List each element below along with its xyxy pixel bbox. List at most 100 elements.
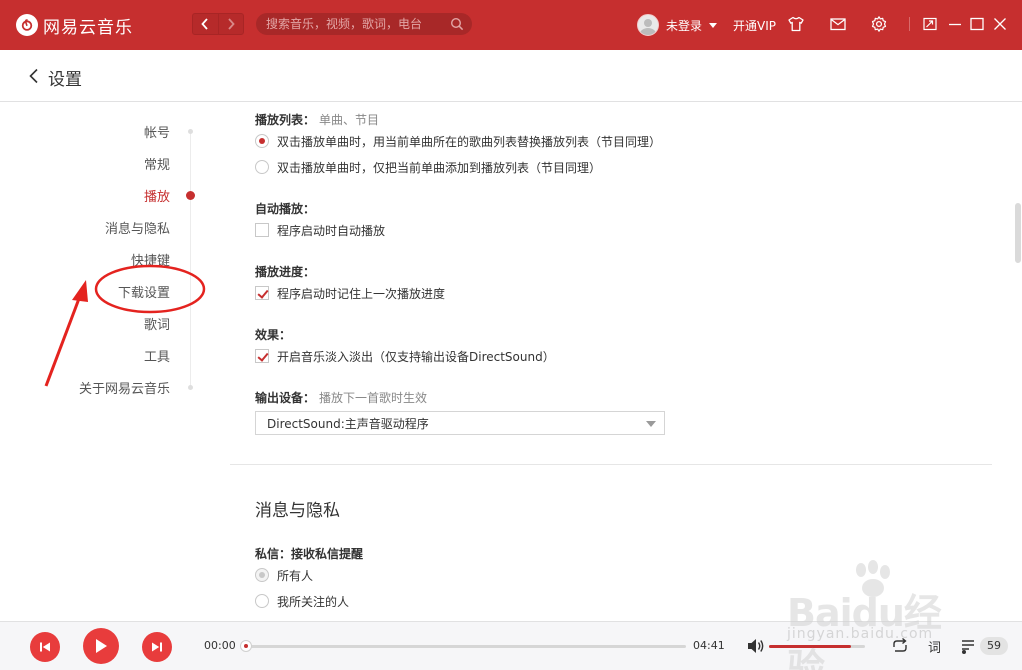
playlist-count-badge[interactable]: 59 <box>980 637 1008 655</box>
playlist-hint: 单曲、节目 <box>319 113 380 127</box>
option-label: 双击播放单曲时，仅把当前单曲添加到播放列表（节目同理） <box>277 160 602 175</box>
radio-button[interactable] <box>255 568 269 582</box>
nav-timeline <box>190 131 191 389</box>
progress-knob[interactable] <box>240 640 252 652</box>
forward-arrow-button[interactable] <box>217 14 243 34</box>
option-label: 程序启动时记住上一次播放进度 <box>277 286 446 301</box>
app-logo[interactable]: 网易云音乐 <box>16 13 133 38</box>
chevron-left-icon <box>201 18 209 30</box>
radio-add-to-playlist[interactable]: 双击播放单曲时，仅把当前单曲添加到播放列表（节目同理） <box>255 158 601 176</box>
lyrics-button[interactable]: 词 <box>928 637 941 656</box>
dropdown-caret-icon <box>646 421 656 427</box>
playlist-icon[interactable] <box>958 636 978 656</box>
settings-header: 设置 <box>0 50 1022 102</box>
mini-mode-button[interactable] <box>921 15 939 33</box>
next-track-button[interactable] <box>142 632 172 662</box>
radio-button[interactable] <box>255 134 269 148</box>
open-vip-link[interactable]: 开通VIP <box>733 17 776 34</box>
playlist-label: 播放列表： 单曲、节目 <box>255 113 380 127</box>
option-label: 所有人 <box>277 568 314 583</box>
option-label: 开启音乐淡入淡出（仅支持输出设备DirectSound） <box>277 349 555 364</box>
search-box <box>256 13 472 35</box>
checkbox-autoplay[interactable]: 程序启动时自动播放 <box>255 221 385 239</box>
radio-dm-following[interactable]: 我所关注的人 <box>255 592 349 610</box>
sidebar-item-lyrics[interactable]: 歌词 <box>144 314 170 334</box>
sidebar-item-tools[interactable]: 工具 <box>144 346 170 366</box>
prev-track-button[interactable] <box>30 632 60 662</box>
radio-dm-everyone[interactable]: 所有人 <box>255 566 313 584</box>
scrollbar-thumb[interactable] <box>1015 203 1021 263</box>
radio-button[interactable] <box>255 594 269 608</box>
play-button[interactable] <box>83 628 119 664</box>
checkbox-fade[interactable]: 开启音乐淡入淡出（仅支持输出设备DirectSound） <box>255 347 555 365</box>
settings-content: 播放列表： 单曲、节目 双击播放单曲时，用当前单曲所在的歌曲列表替换播放列表（节目… <box>230 103 1010 621</box>
output-hint: 播放下一首歌时生效 <box>319 391 428 405</box>
maximize-icon <box>970 17 984 31</box>
select-value: DirectSound:主声音驱动程序 <box>267 416 429 431</box>
maximize-button[interactable] <box>968 15 986 33</box>
volume-level <box>769 645 851 648</box>
sidebar-item-playback[interactable]: 播放 <box>144 186 170 206</box>
user-menu[interactable]: 未登录 <box>637 13 718 37</box>
dm-hint: 接收私信提醒 <box>291 547 364 561</box>
caret-down-icon[interactable] <box>709 22 718 28</box>
output-device-label: 输出设备： 播放下一首歌时生效 <box>255 391 428 405</box>
player-bar: 00:00 04:41 词 59 <box>0 621 1022 670</box>
volume-slider[interactable] <box>769 645 865 648</box>
dm-label: 私信：接收私信提醒 <box>255 547 364 561</box>
close-button[interactable] <box>991 15 1009 33</box>
gear-icon <box>871 16 887 32</box>
sidebar-item-download[interactable]: 下载设置 <box>118 282 170 302</box>
privacy-section-title: 消息与隐私 <box>255 501 340 521</box>
option-label: 我所关注的人 <box>277 594 350 609</box>
title-bar: 网易云音乐 未登录 开通VIP <box>0 0 1022 50</box>
minimize-icon <box>949 23 961 26</box>
sidebar-item-general[interactable]: 常规 <box>144 154 170 174</box>
chevron-right-icon <box>228 18 235 30</box>
netease-logo-icon <box>16 14 38 36</box>
back-chevron-icon[interactable] <box>28 68 40 84</box>
mail-icon <box>830 18 846 31</box>
sidebar-item-account[interactable]: 帐号 <box>144 122 170 142</box>
loop-mode-icon[interactable] <box>890 636 910 656</box>
sidebar-item-about[interactable]: 关于网易云音乐 <box>79 378 170 398</box>
radio-button[interactable] <box>255 160 269 174</box>
settings-sidenav: 帐号 常规 播放 消息与隐私 快捷键 下载设置 歌词 工具 关于网易云音乐 <box>0 103 230 621</box>
sidebar-item-messages-privacy[interactable]: 消息与隐私 <box>105 218 170 238</box>
effect-label: 效果： <box>255 328 292 342</box>
option-label: 程序启动时自动播放 <box>277 223 386 238</box>
next-icon <box>152 642 162 652</box>
total-time: 04:41 <box>693 639 725 652</box>
output-device-select[interactable]: DirectSound:主声音驱动程序 <box>255 411 665 435</box>
section-divider <box>230 464 992 465</box>
checkbox[interactable] <box>255 286 269 300</box>
page-title: 设置 <box>48 70 82 90</box>
autoplay-label: 自动播放： <box>255 202 316 216</box>
radio-replace-playlist[interactable]: 双击播放单曲时，用当前单曲所在的歌曲列表替换播放列表（节目同理） <box>255 132 661 150</box>
back-arrow-button[interactable] <box>193 14 218 34</box>
nav-dot <box>188 385 193 390</box>
minimize-button[interactable] <box>946 15 964 33</box>
checkbox[interactable] <box>255 223 269 237</box>
avatar[interactable] <box>637 14 659 36</box>
volume-icon[interactable] <box>746 637 766 655</box>
search-input[interactable] <box>266 17 450 31</box>
tshirt-icon <box>788 16 804 32</box>
search-icon[interactable] <box>450 17 464 31</box>
checkbox-remember-progress[interactable]: 程序启动时记住上一次播放进度 <box>255 284 445 302</box>
close-icon <box>994 18 1006 30</box>
mini-mode-icon <box>923 17 937 31</box>
checkbox[interactable] <box>255 349 269 363</box>
nav-dot <box>188 129 193 134</box>
current-time: 00:00 <box>204 639 236 652</box>
messages-button[interactable] <box>829 15 847 33</box>
titlebar-divider <box>909 17 910 31</box>
option-label: 双击播放单曲时，用当前单曲所在的歌曲列表替换播放列表（节目同理） <box>277 134 662 149</box>
settings-button[interactable] <box>870 15 888 33</box>
app-name: 网易云音乐 <box>43 17 133 38</box>
sidebar-item-shortcuts[interactable]: 快捷键 <box>131 250 170 270</box>
previous-icon <box>40 642 50 652</box>
user-name[interactable]: 未登录 <box>666 17 702 34</box>
progress-bar[interactable] <box>240 640 686 652</box>
skin-button[interactable] <box>787 15 805 33</box>
